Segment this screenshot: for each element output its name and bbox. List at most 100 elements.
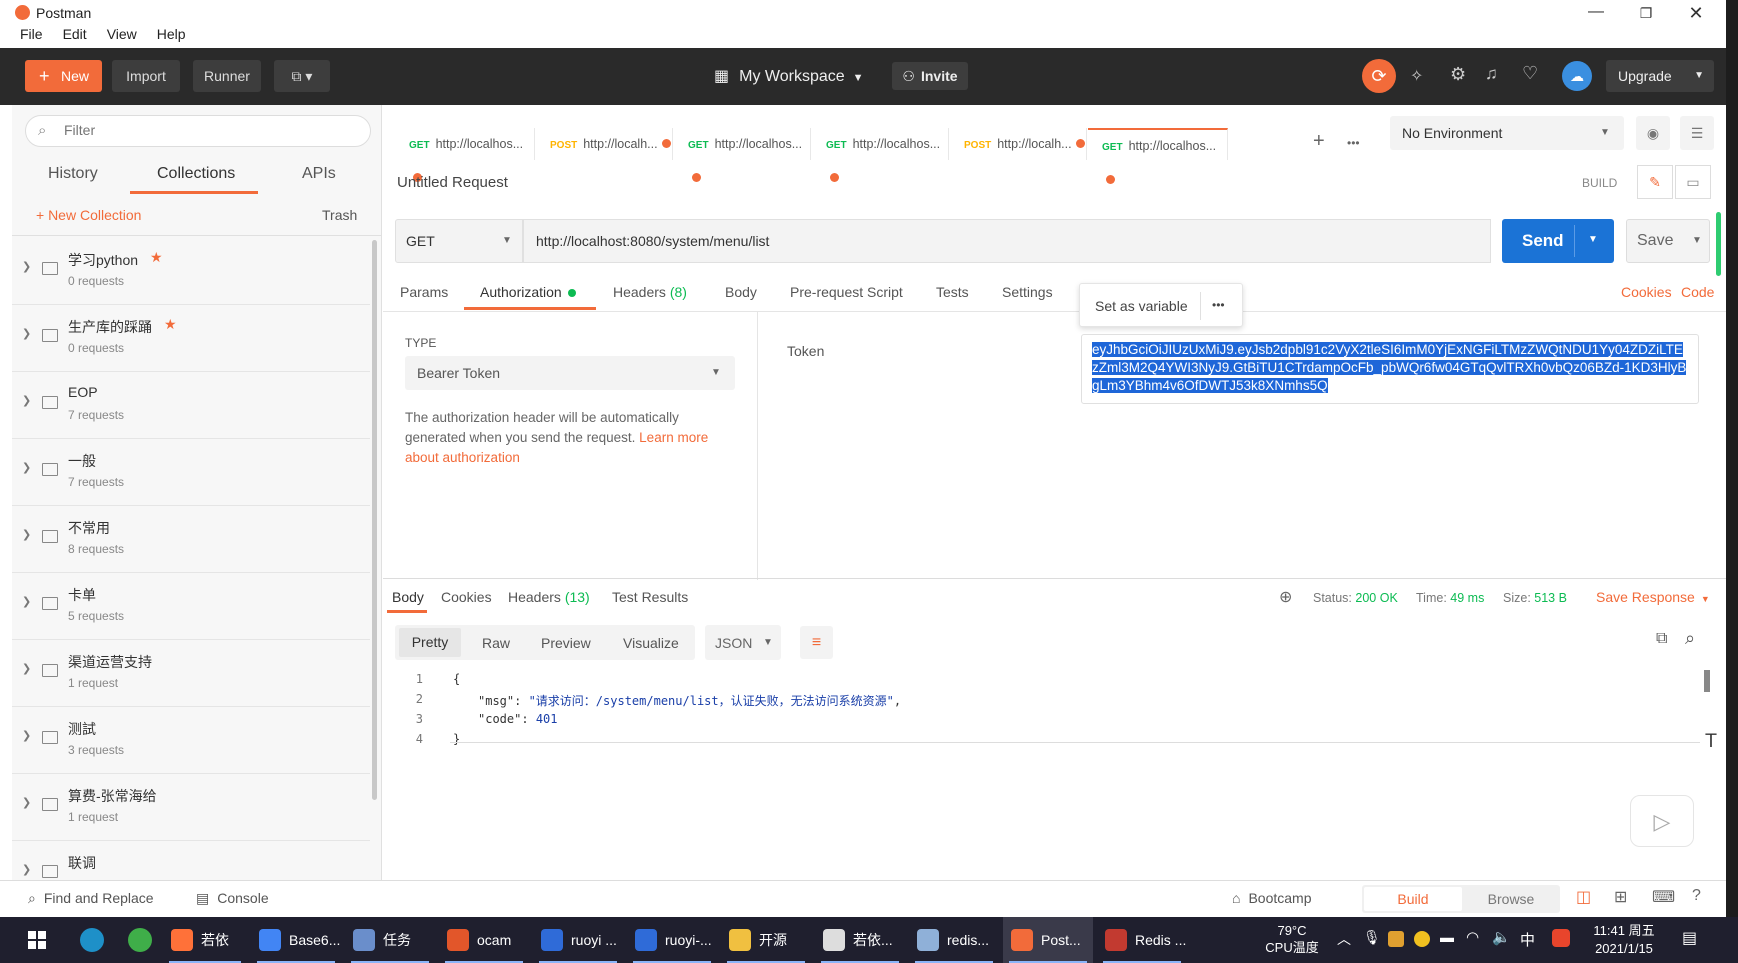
chevron-right-icon[interactable]: ❯ [22, 863, 31, 876]
request-tab[interactable]: POST http://localh... [950, 128, 1087, 160]
eye-icon[interactable]: ◉ [1636, 116, 1670, 150]
tab-params[interactable]: Params [400, 284, 448, 300]
auth-type-select[interactable]: Bearer Token ▼ [405, 356, 735, 390]
response-tab-headers[interactable]: Headers (13) [508, 589, 590, 605]
close-button[interactable]: ✕ [1682, 0, 1710, 26]
star-icon[interactable]: ★ [164, 316, 177, 333]
chevron-right-icon[interactable]: ❯ [22, 260, 31, 273]
collection-item[interactable]: ❯ 学习python ★ 0 requests [12, 238, 370, 305]
taskbar-item[interactable]: 任务管... [345, 917, 435, 963]
runner-button[interactable]: Runner [193, 60, 261, 92]
tab-headers[interactable]: Headers (8) [613, 284, 687, 300]
tab-authorization[interactable]: Authorization [480, 284, 576, 300]
view-preview[interactable]: Preview [541, 635, 591, 651]
restore-button[interactable]: ❐ [1632, 0, 1660, 26]
settings-gear-icon[interactable]: ⚙ [1450, 64, 1466, 85]
bootcamp-button[interactable]: ⌂ Bootcamp [1232, 890, 1312, 906]
url-input[interactable]: http://localhost:8080/system/menu/list [523, 219, 1491, 263]
filter-box[interactable]: ⌕ [25, 115, 371, 147]
set-as-variable-button[interactable]: Set as variable [1095, 298, 1188, 314]
upgrade-button[interactable]: Upgrade ▼ [1606, 60, 1714, 92]
wifi-icon[interactable]: ◠ [1466, 928, 1479, 946]
menu-edit[interactable]: Edit [63, 26, 87, 42]
browse-mode-button[interactable]: Browse [1464, 887, 1558, 911]
collection-item[interactable]: ❯ 生产库的踩踊 ★ 0 requests [12, 305, 370, 372]
search-response-icon[interactable]: ⌕ [1685, 628, 1695, 649]
edit-pencil-icon[interactable]: ✎ [1637, 165, 1673, 199]
new-button[interactable]: + New [25, 60, 102, 92]
tab-pre-request-script[interactable]: Pre-request Script [790, 284, 903, 300]
menu-view[interactable]: View [107, 26, 137, 42]
trash-link[interactable]: Trash [322, 207, 357, 223]
sidebar-tab-history[interactable]: History [48, 165, 98, 183]
chevron-right-icon[interactable]: ❯ [22, 662, 31, 675]
sidebar-scrollbar[interactable] [372, 240, 377, 800]
taskbar-item[interactable]: ocam [439, 917, 529, 963]
sogou-icon[interactable] [1552, 929, 1570, 947]
tray-app-icon[interactable] [1388, 931, 1404, 947]
tab-tests[interactable]: Tests [936, 284, 969, 300]
request-tab[interactable]: GET http://localhos... [395, 128, 535, 182]
cookies-link[interactable]: Cookies [1621, 284, 1672, 300]
tray-color-icon[interactable] [1414, 931, 1430, 947]
battery-icon[interactable]: ▬ [1440, 929, 1454, 945]
collection-item[interactable]: ❯ 算费-张常海给 1 request [12, 774, 370, 841]
menu-file[interactable]: File [20, 26, 43, 42]
taskbar-item[interactable]: ruoyi ... [533, 917, 623, 963]
taskbar-item[interactable]: ruoyi-... [627, 917, 717, 963]
send-button[interactable]: Send ▼ [1502, 219, 1614, 263]
tab-settings[interactable]: Settings [1002, 284, 1053, 300]
chevron-right-icon[interactable]: ❯ [22, 796, 31, 809]
token-input[interactable]: eyJhbGciOiJIUzUxMiJ9.eyJsb2dpbl91c2VyX2t… [1081, 334, 1699, 404]
star-icon[interactable]: ★ [150, 249, 163, 266]
taskbar-item[interactable]: Post... [1003, 917, 1093, 963]
collection-item[interactable]: ❯ EOP 7 requests [12, 372, 370, 439]
import-button[interactable]: Import [112, 60, 180, 92]
environment-settings-icon[interactable]: ☰ [1680, 116, 1714, 150]
taskbar-item[interactable]: redis... [909, 917, 999, 963]
taskbar-item[interactable]: 开源项... [721, 917, 811, 963]
input-method-indicator[interactable]: 中 [1520, 929, 1535, 950]
response-body-editor[interactable]: 1 {2 "msg": "请求访问：/system/menu/list，认证失败，无… [383, 668, 1713, 758]
method-select[interactable]: GET ▼ [395, 219, 523, 263]
chevron-right-icon[interactable]: ❯ [22, 595, 31, 608]
wrap-lines-icon[interactable]: ≡ [800, 626, 833, 659]
find-replace-button[interactable]: ⌕ Find and Replace [28, 890, 154, 907]
sidebar-tab-collections[interactable]: Collections [157, 165, 235, 183]
format-select[interactable]: JSON ▼ [705, 625, 781, 660]
collection-item[interactable]: ❯ 卡单 5 requests [12, 573, 370, 640]
clock[interactable]: 11:41 周五 2021/1/15 [1584, 922, 1664, 958]
notification-center-icon[interactable]: ▤ [1682, 928, 1697, 948]
save-response-button[interactable]: Save Response ▼ [1596, 589, 1710, 605]
console-button[interactable]: ▤ Console [196, 890, 269, 907]
heart-icon[interactable]: ♡ [1522, 63, 1538, 84]
new-tab-plus-icon[interactable]: + [1313, 130, 1325, 153]
environment-select[interactable]: No Environment ▼ [1390, 116, 1624, 150]
edge-browser-icon[interactable] [80, 928, 104, 952]
view-visualize[interactable]: Visualize [623, 635, 679, 651]
collection-item[interactable]: ❯ 一般 7 requests [12, 439, 370, 506]
collection-item[interactable]: ❯ 不常用 8 requests [12, 506, 370, 573]
taskbar-item[interactable]: 若依... [815, 917, 905, 963]
chevron-right-icon[interactable]: ❯ [22, 729, 31, 742]
build-mode-button[interactable]: Build [1364, 887, 1462, 911]
chevron-right-icon[interactable]: ❯ [22, 327, 31, 340]
code-link[interactable]: Code [1681, 284, 1714, 300]
collection-item[interactable]: ❯ 联调 [12, 841, 370, 878]
popup-more-icon[interactable]: ••• [1212, 298, 1225, 312]
filter-input[interactable] [64, 122, 354, 138]
tab-overflow-more-icon[interactable]: ••• [1347, 136, 1360, 150]
globe-icon[interactable]: ⊕ [1279, 587, 1292, 607]
tray-chevron-icon[interactable]: ︿ [1337, 929, 1351, 949]
avatar[interactable]: ☁ [1562, 61, 1592, 91]
menu-help[interactable]: Help [157, 26, 186, 42]
new-window-button[interactable]: ⧉ ▾ [274, 60, 330, 92]
windows-start-icon[interactable] [28, 931, 46, 949]
editor-scrollbar[interactable] [1704, 670, 1710, 692]
help-icon[interactable]: ? [1692, 887, 1701, 905]
chevron-right-icon[interactable]: ❯ [22, 528, 31, 541]
collection-item[interactable]: ❯ 测試 3 requests [12, 707, 370, 774]
response-tab-test-results[interactable]: Test Results [612, 589, 688, 605]
view-pretty[interactable]: Pretty [399, 628, 461, 657]
new-collection-link[interactable]: + New Collection [36, 207, 141, 223]
